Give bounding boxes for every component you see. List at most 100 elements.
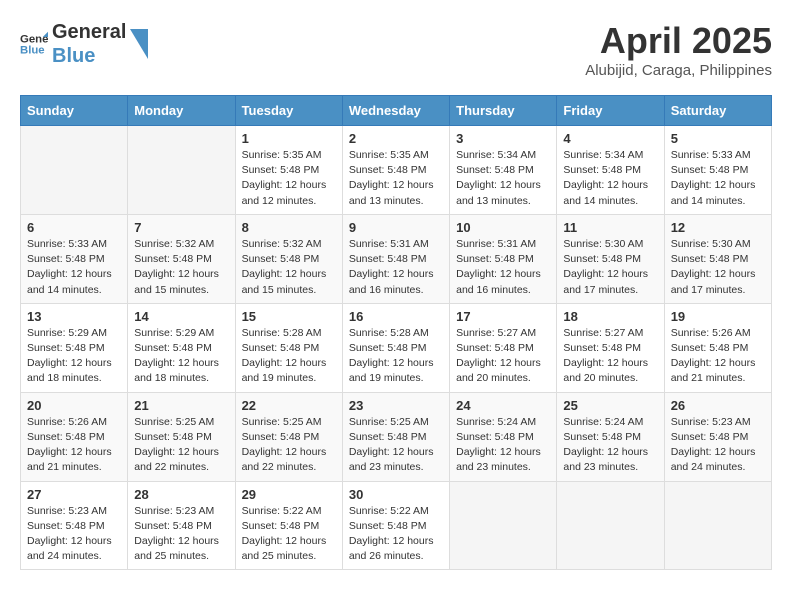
day-info: Sunrise: 5:26 AM Sunset: 5:48 PM Dayligh… bbox=[27, 415, 121, 476]
calendar-week-row: 20 Sunrise: 5:26 AM Sunset: 5:48 PM Dayl… bbox=[21, 392, 772, 481]
calendar-cell: 9 Sunrise: 5:31 AM Sunset: 5:48 PM Dayli… bbox=[342, 214, 449, 303]
day-info: Sunrise: 5:30 AM Sunset: 5:48 PM Dayligh… bbox=[671, 237, 765, 298]
day-number: 26 bbox=[671, 398, 765, 413]
calendar-cell: 10 Sunrise: 5:31 AM Sunset: 5:48 PM Dayl… bbox=[450, 214, 557, 303]
day-number: 27 bbox=[27, 487, 121, 502]
svg-text:Blue: Blue bbox=[20, 45, 45, 57]
calendar-cell: 7 Sunrise: 5:32 AM Sunset: 5:48 PM Dayli… bbox=[128, 214, 235, 303]
calendar-cell: 2 Sunrise: 5:35 AM Sunset: 5:48 PM Dayli… bbox=[342, 126, 449, 215]
page-header: General Blue General Blue April 2025 Alu… bbox=[20, 20, 772, 79]
day-number: 10 bbox=[456, 220, 550, 235]
day-header-wednesday: Wednesday bbox=[342, 96, 449, 126]
calendar-cell: 11 Sunrise: 5:30 AM Sunset: 5:48 PM Dayl… bbox=[557, 214, 664, 303]
day-info: Sunrise: 5:22 AM Sunset: 5:48 PM Dayligh… bbox=[349, 504, 443, 565]
logo-arrow-icon bbox=[130, 29, 148, 59]
day-number: 24 bbox=[456, 398, 550, 413]
day-info: Sunrise: 5:32 AM Sunset: 5:48 PM Dayligh… bbox=[134, 237, 228, 298]
location: Alubijid, Caraga, Philippines bbox=[585, 62, 772, 79]
day-header-saturday: Saturday bbox=[664, 96, 771, 126]
calendar-cell: 4 Sunrise: 5:34 AM Sunset: 5:48 PM Dayli… bbox=[557, 126, 664, 215]
calendar-cell bbox=[128, 126, 235, 215]
day-info: Sunrise: 5:30 AM Sunset: 5:48 PM Dayligh… bbox=[563, 237, 657, 298]
calendar-cell: 29 Sunrise: 5:22 AM Sunset: 5:48 PM Dayl… bbox=[235, 481, 342, 570]
day-number: 21 bbox=[134, 398, 228, 413]
calendar-cell: 18 Sunrise: 5:27 AM Sunset: 5:48 PM Dayl… bbox=[557, 303, 664, 392]
calendar-cell: 15 Sunrise: 5:28 AM Sunset: 5:48 PM Dayl… bbox=[235, 303, 342, 392]
day-number: 4 bbox=[563, 131, 657, 146]
calendar-cell: 12 Sunrise: 5:30 AM Sunset: 5:48 PM Dayl… bbox=[664, 214, 771, 303]
day-number: 29 bbox=[242, 487, 336, 502]
calendar-cell: 14 Sunrise: 5:29 AM Sunset: 5:48 PM Dayl… bbox=[128, 303, 235, 392]
day-number: 9 bbox=[349, 220, 443, 235]
day-info: Sunrise: 5:31 AM Sunset: 5:48 PM Dayligh… bbox=[456, 237, 550, 298]
day-info: Sunrise: 5:35 AM Sunset: 5:48 PM Dayligh… bbox=[242, 148, 336, 209]
day-number: 30 bbox=[349, 487, 443, 502]
calendar-week-row: 13 Sunrise: 5:29 AM Sunset: 5:48 PM Dayl… bbox=[21, 303, 772, 392]
day-number: 28 bbox=[134, 487, 228, 502]
day-info: Sunrise: 5:28 AM Sunset: 5:48 PM Dayligh… bbox=[349, 326, 443, 387]
logo-icon: General Blue bbox=[20, 30, 48, 58]
day-info: Sunrise: 5:32 AM Sunset: 5:48 PM Dayligh… bbox=[242, 237, 336, 298]
day-info: Sunrise: 5:34 AM Sunset: 5:48 PM Dayligh… bbox=[563, 148, 657, 209]
day-header-sunday: Sunday bbox=[21, 96, 128, 126]
calendar-cell bbox=[21, 126, 128, 215]
calendar-week-row: 27 Sunrise: 5:23 AM Sunset: 5:48 PM Dayl… bbox=[21, 481, 772, 570]
day-info: Sunrise: 5:26 AM Sunset: 5:48 PM Dayligh… bbox=[671, 326, 765, 387]
calendar-cell: 17 Sunrise: 5:27 AM Sunset: 5:48 PM Dayl… bbox=[450, 303, 557, 392]
calendar-cell: 25 Sunrise: 5:24 AM Sunset: 5:48 PM Dayl… bbox=[557, 392, 664, 481]
day-number: 19 bbox=[671, 309, 765, 324]
calendar-cell: 22 Sunrise: 5:25 AM Sunset: 5:48 PM Dayl… bbox=[235, 392, 342, 481]
day-info: Sunrise: 5:29 AM Sunset: 5:48 PM Dayligh… bbox=[134, 326, 228, 387]
day-number: 7 bbox=[134, 220, 228, 235]
calendar-cell: 30 Sunrise: 5:22 AM Sunset: 5:48 PM Dayl… bbox=[342, 481, 449, 570]
day-header-thursday: Thursday bbox=[450, 96, 557, 126]
calendar-cell: 20 Sunrise: 5:26 AM Sunset: 5:48 PM Dayl… bbox=[21, 392, 128, 481]
calendar-week-row: 6 Sunrise: 5:33 AM Sunset: 5:48 PM Dayli… bbox=[21, 214, 772, 303]
day-header-tuesday: Tuesday bbox=[235, 96, 342, 126]
title-block: April 2025 Alubijid, Caraga, Philippines bbox=[585, 20, 772, 79]
calendar-cell: 24 Sunrise: 5:24 AM Sunset: 5:48 PM Dayl… bbox=[450, 392, 557, 481]
day-header-friday: Friday bbox=[557, 96, 664, 126]
day-number: 17 bbox=[456, 309, 550, 324]
day-number: 8 bbox=[242, 220, 336, 235]
day-header-monday: Monday bbox=[128, 96, 235, 126]
calendar-cell: 21 Sunrise: 5:25 AM Sunset: 5:48 PM Dayl… bbox=[128, 392, 235, 481]
day-number: 20 bbox=[27, 398, 121, 413]
calendar-table: SundayMondayTuesdayWednesdayThursdayFrid… bbox=[20, 95, 772, 570]
day-number: 12 bbox=[671, 220, 765, 235]
day-info: Sunrise: 5:25 AM Sunset: 5:48 PM Dayligh… bbox=[242, 415, 336, 476]
calendar-cell: 19 Sunrise: 5:26 AM Sunset: 5:48 PM Dayl… bbox=[664, 303, 771, 392]
logo-blue: Blue bbox=[52, 44, 126, 68]
calendar-cell: 23 Sunrise: 5:25 AM Sunset: 5:48 PM Dayl… bbox=[342, 392, 449, 481]
day-info: Sunrise: 5:35 AM Sunset: 5:48 PM Dayligh… bbox=[349, 148, 443, 209]
calendar-cell bbox=[557, 481, 664, 570]
day-number: 23 bbox=[349, 398, 443, 413]
calendar-cell: 1 Sunrise: 5:35 AM Sunset: 5:48 PM Dayli… bbox=[235, 126, 342, 215]
day-number: 6 bbox=[27, 220, 121, 235]
day-info: Sunrise: 5:28 AM Sunset: 5:48 PM Dayligh… bbox=[242, 326, 336, 387]
day-number: 25 bbox=[563, 398, 657, 413]
day-info: Sunrise: 5:24 AM Sunset: 5:48 PM Dayligh… bbox=[563, 415, 657, 476]
day-number: 3 bbox=[456, 131, 550, 146]
day-number: 11 bbox=[563, 220, 657, 235]
calendar-cell: 26 Sunrise: 5:23 AM Sunset: 5:48 PM Dayl… bbox=[664, 392, 771, 481]
calendar-cell: 8 Sunrise: 5:32 AM Sunset: 5:48 PM Dayli… bbox=[235, 214, 342, 303]
logo: General Blue General Blue bbox=[20, 20, 148, 68]
day-number: 5 bbox=[671, 131, 765, 146]
day-number: 15 bbox=[242, 309, 336, 324]
calendar-cell: 16 Sunrise: 5:28 AM Sunset: 5:48 PM Dayl… bbox=[342, 303, 449, 392]
day-number: 14 bbox=[134, 309, 228, 324]
day-info: Sunrise: 5:27 AM Sunset: 5:48 PM Dayligh… bbox=[563, 326, 657, 387]
logo-general: General bbox=[52, 20, 126, 44]
day-info: Sunrise: 5:23 AM Sunset: 5:48 PM Dayligh… bbox=[671, 415, 765, 476]
day-info: Sunrise: 5:25 AM Sunset: 5:48 PM Dayligh… bbox=[349, 415, 443, 476]
calendar-cell: 13 Sunrise: 5:29 AM Sunset: 5:48 PM Dayl… bbox=[21, 303, 128, 392]
day-number: 13 bbox=[27, 309, 121, 324]
month-title: April 2025 bbox=[585, 20, 772, 62]
day-number: 2 bbox=[349, 131, 443, 146]
calendar-cell bbox=[450, 481, 557, 570]
calendar-cell: 3 Sunrise: 5:34 AM Sunset: 5:48 PM Dayli… bbox=[450, 126, 557, 215]
day-info: Sunrise: 5:23 AM Sunset: 5:48 PM Dayligh… bbox=[134, 504, 228, 565]
day-info: Sunrise: 5:34 AM Sunset: 5:48 PM Dayligh… bbox=[456, 148, 550, 209]
day-number: 22 bbox=[242, 398, 336, 413]
